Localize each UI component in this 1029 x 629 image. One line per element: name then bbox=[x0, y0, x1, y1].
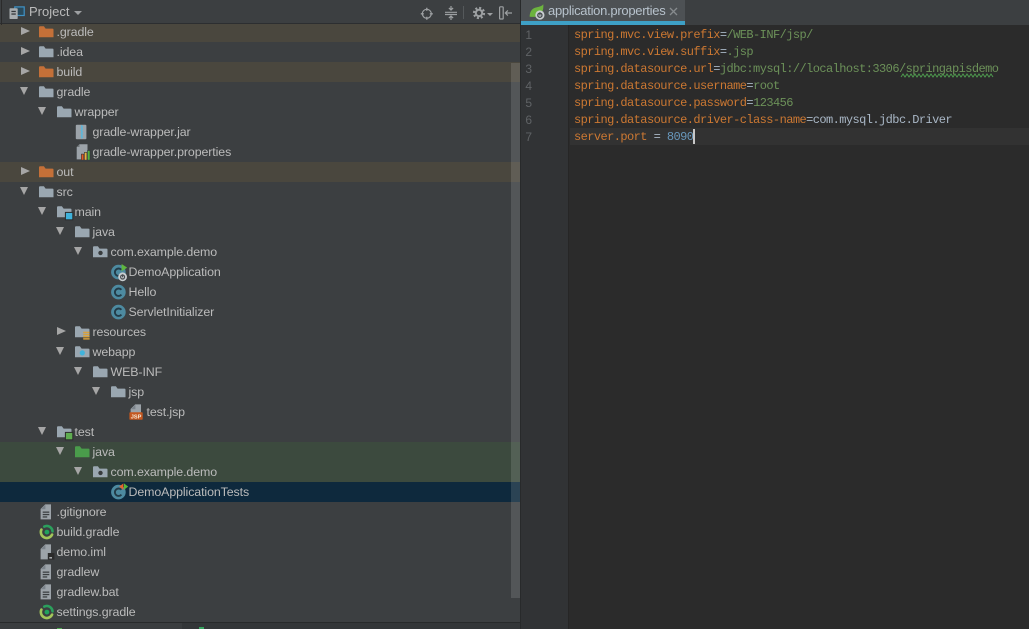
svg-text:JSP: JSP bbox=[131, 414, 142, 420]
